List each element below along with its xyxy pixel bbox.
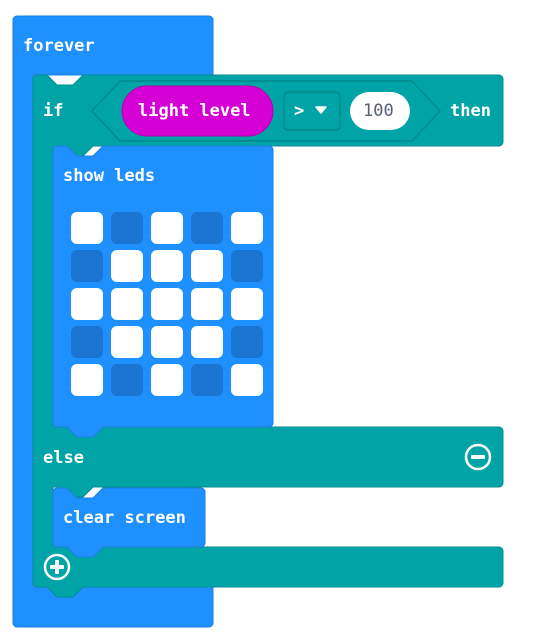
led-cell-r4-c1[interactable] bbox=[111, 364, 143, 396]
led-cell-r4-c0[interactable] bbox=[71, 364, 103, 396]
led-cell-r2-c1[interactable] bbox=[111, 288, 143, 320]
led-cell-r0-c1[interactable] bbox=[111, 212, 143, 244]
operator-label[interactable]: > bbox=[294, 101, 304, 121]
led-cell-r3-c2[interactable] bbox=[151, 326, 183, 358]
led-cell-r4-c2[interactable] bbox=[151, 364, 183, 396]
then-label: then bbox=[450, 101, 491, 121]
led-cell-r3-c3[interactable] bbox=[191, 326, 223, 358]
show-leds-label: show leds bbox=[63, 166, 156, 186]
led-cell-r1-c0[interactable] bbox=[71, 250, 103, 282]
led-cell-r1-c3[interactable] bbox=[191, 250, 223, 282]
light-level-label: light level bbox=[138, 101, 251, 121]
led-cell-r2-c2[interactable] bbox=[151, 288, 183, 320]
clear-screen-label: clear screen bbox=[63, 508, 186, 528]
led-cell-r1-c1[interactable] bbox=[111, 250, 143, 282]
led-cell-r2-c4[interactable] bbox=[231, 288, 263, 320]
led-cell-r3-c1[interactable] bbox=[111, 326, 143, 358]
led-cell-r1-c2[interactable] bbox=[151, 250, 183, 282]
led-cell-r0-c0[interactable] bbox=[71, 212, 103, 244]
number-value[interactable]: 100 bbox=[363, 101, 394, 121]
led-cell-r4-c4[interactable] bbox=[231, 364, 263, 396]
forever-label: forever bbox=[23, 36, 95, 56]
led-cell-r3-c4[interactable] bbox=[231, 326, 263, 358]
else-label: else bbox=[43, 448, 84, 468]
led-cell-r0-c3[interactable] bbox=[191, 212, 223, 244]
led-cell-r0-c2[interactable] bbox=[151, 212, 183, 244]
led-cell-r3-c0[interactable] bbox=[71, 326, 103, 358]
led-cell-r1-c4[interactable] bbox=[231, 250, 263, 282]
led-cell-r2-c0[interactable] bbox=[71, 288, 103, 320]
led-cell-r2-c3[interactable] bbox=[191, 288, 223, 320]
led-cell-r4-c3[interactable] bbox=[191, 364, 223, 396]
if-label: if bbox=[43, 101, 64, 121]
operator-dropdown-shape[interactable] bbox=[283, 91, 341, 131]
led-cell-r0-c4[interactable] bbox=[231, 212, 263, 244]
